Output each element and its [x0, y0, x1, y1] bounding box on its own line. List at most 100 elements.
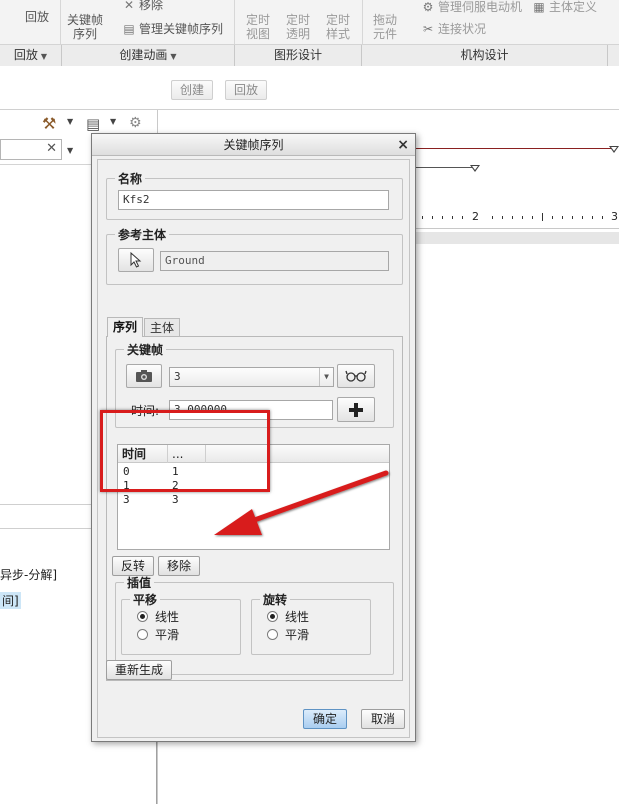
dropdown-arrow-icon[interactable]: ▼: [110, 117, 116, 126]
rotation-smooth-radio[interactable]: 平滑: [267, 627, 309, 643]
radio-dot: [137, 611, 148, 622]
table-cell[interactable]: 3: [172, 493, 179, 507]
ruler-label: 3: [611, 210, 618, 223]
radio-label: 平滑: [155, 628, 180, 642]
radio-dot: [267, 629, 278, 640]
keyframe-select[interactable]: 3 ▼: [169, 367, 334, 387]
name-input[interactable]: Kfs2: [118, 190, 389, 210]
manage-servo-item[interactable]: ⚙ 管理伺服电动机: [421, 0, 522, 15]
remove-ribbon-item[interactable]: ✕ 移除: [122, 0, 163, 13]
track-line: [416, 148, 616, 149]
list-icon: ▤: [123, 22, 135, 36]
cursor-arrow-icon: [130, 251, 142, 268]
select-body-button[interactable]: [118, 248, 154, 272]
dropdown-arrow-icon[interactable]: ▼: [67, 117, 73, 126]
manage-servo-label: 管理伺服电动机: [438, 0, 523, 14]
timed-style-label-line2: 样式: [325, 27, 350, 41]
keyframe-group-label: 关键帧: [127, 343, 164, 357]
playback-label: 回放: [24, 10, 49, 24]
rotation-linear-radio[interactable]: 线性: [267, 609, 309, 625]
ruler-divider: [416, 228, 619, 229]
dialog-title[interactable]: 关键帧序列: [92, 134, 415, 156]
document-icon[interactable]: ▤: [86, 115, 100, 133]
capture-keyframe-button[interactable]: [126, 364, 162, 388]
timeline-scrollbar[interactable]: [416, 232, 619, 244]
x-icon: ✕: [123, 0, 135, 12]
ribbon-divider: [60, 0, 61, 44]
keyframe-seq-label-line1: 关键帧: [66, 13, 103, 27]
dropdown-arrow-icon: ▼: [170, 52, 177, 61]
settings-icon[interactable]: ⚙: [129, 115, 142, 131]
translation-linear-radio[interactable]: 线性: [137, 609, 179, 625]
glasses-icon: [345, 370, 367, 382]
playback-icon: [26, 0, 48, 10]
ribbon-divider: [362, 0, 363, 44]
remove-ribbon-label: 移除: [139, 0, 164, 12]
reverse-button[interactable]: 反转: [112, 556, 155, 576]
connection-status-label: 连接状况: [438, 22, 487, 36]
time-cursor-line: [156, 742, 157, 804]
connection-icon: ✂: [422, 22, 434, 36]
group-graphic-design-label: 图形设计: [273, 48, 322, 62]
connection-status-item[interactable]: ✂ 连接状况: [421, 21, 486, 37]
body-define-item[interactable]: ▦ 主体定义: [532, 0, 597, 15]
regenerate-button[interactable]: 重新生成: [106, 660, 173, 680]
body-icon: ▦: [533, 0, 545, 14]
clear-icon[interactable]: ✕: [46, 141, 57, 156]
dropdown-arrow-icon: ▼: [40, 52, 48, 61]
group-create-animation[interactable]: 创建动画 ▼: [62, 45, 235, 66]
drag-component-button[interactable]: 拖动 元件: [368, 13, 402, 41]
name-group-label: 名称: [118, 172, 143, 186]
dropdown-arrow-icon[interactable]: ▼: [67, 146, 73, 155]
group-playback[interactable]: 回放 ▼: [0, 45, 62, 66]
track-line: [416, 167, 478, 168]
servo-icon: ⚙: [422, 0, 434, 14]
panel-divider: [0, 504, 91, 505]
ok-button[interactable]: 确定: [303, 709, 348, 729]
tree-item-selected[interactable]: 间]: [0, 592, 21, 609]
ribbon-divider: [234, 0, 235, 44]
radio-label: 线性: [155, 610, 180, 624]
cancel-button[interactable]: 取消: [361, 709, 406, 729]
manage-keyframe-seq-label: 管理关键帧序列: [139, 22, 224, 36]
radio-dot: [137, 629, 148, 640]
ruler-label: 2: [472, 210, 479, 223]
view-keyframe-button[interactable]: [337, 364, 375, 388]
timed-view-button[interactable]: 定时 视图: [241, 13, 275, 41]
radio-label: 线性: [285, 610, 310, 624]
translation-smooth-radio[interactable]: 平滑: [137, 627, 179, 643]
create-button[interactable]: 创建: [171, 80, 214, 100]
drag-component-label-line1: 拖动: [372, 13, 397, 27]
body-define-label: 主体定义: [549, 0, 598, 14]
translation-group-label: 平移: [133, 593, 158, 607]
close-icon[interactable]: ×: [397, 134, 409, 156]
keyframe-sequence-ribbon-button[interactable]: 关键帧 序列: [63, 13, 107, 41]
reference-body-label: 参考主体: [118, 228, 167, 242]
reference-body-field: Ground: [160, 251, 389, 271]
tools-icon[interactable]: ⚒: [42, 114, 56, 133]
drag-component-label-line2: 元件: [372, 27, 397, 41]
manage-keyframe-seq-item[interactable]: ▤ 管理关键帧序列: [122, 21, 223, 37]
ribbon-group-bar: 回放 ▼ 创建动画 ▼ 图形设计 机构设计: [0, 44, 619, 66]
tree-search-input[interactable]: ✕: [0, 139, 62, 160]
remove-button[interactable]: 移除: [158, 556, 201, 576]
group-graphic-design: 图形设计: [235, 45, 362, 66]
keyframe-marker-icon[interactable]: [609, 146, 619, 153]
group-mechanism-design: 机构设计: [362, 45, 608, 66]
tab-sequence[interactable]: 序列: [107, 317, 144, 337]
timed-view-label-line1: 定时: [245, 13, 270, 27]
timed-transparency-label-line2: 透明: [285, 27, 310, 41]
tree-item-text[interactable]: 异步-分解]: [0, 566, 57, 583]
timed-transparency-button[interactable]: 定时 透明: [281, 13, 315, 41]
timed-style-button[interactable]: 定时 样式: [321, 13, 355, 41]
timeline-playback-button[interactable]: 回放: [225, 80, 268, 100]
annotation-arrow-icon: [214, 470, 389, 535]
keyframe-marker-icon[interactable]: [470, 165, 480, 172]
table-cell[interactable]: 3: [123, 493, 130, 507]
tab-body[interactable]: 主体: [144, 318, 181, 337]
chevron-down-icon[interactable]: ▼: [319, 368, 333, 386]
group-mechanism-design-label: 机构设计: [460, 48, 509, 62]
timed-style-label-line1: 定时: [325, 13, 350, 27]
add-keyframe-button[interactable]: [337, 397, 375, 422]
playback-ribbon-button[interactable]: 回放: [20, 0, 54, 24]
